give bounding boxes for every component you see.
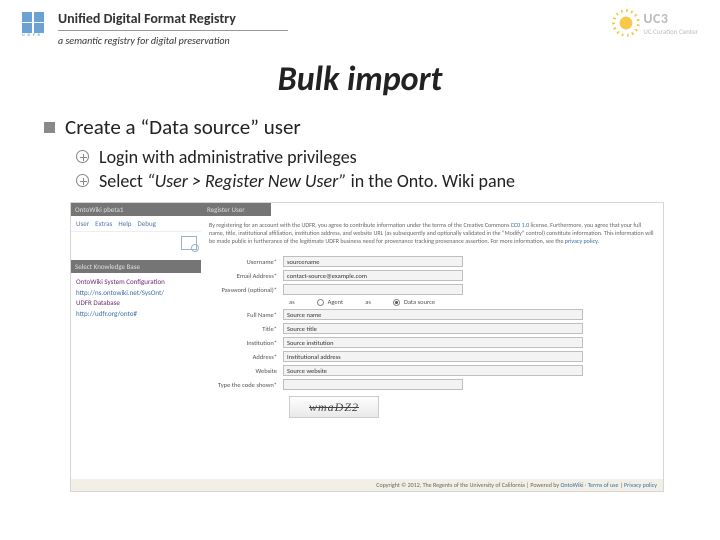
sun-icon (615, 12, 637, 34)
header-left: U D F R Unified Digital Format Registry … (22, 10, 288, 47)
left-tab: OntoWiki pbeta1 (71, 203, 201, 216)
captcha-input[interactable] (283, 379, 463, 390)
kb-item-name[interactable]: OntoWiki System Configuration (76, 277, 196, 288)
title-input[interactable]: Source title (283, 323, 583, 334)
title-label: Title* (209, 325, 283, 333)
uc3-logo: UC3 UC Curation Center (615, 10, 698, 36)
role-radios: as Agent as Data source (289, 298, 655, 306)
kb-item-name[interactable]: UDFR Database (76, 298, 196, 309)
institution-label: Institution* (209, 339, 283, 347)
website-input[interactable]: Source website (283, 365, 583, 376)
uc3-org: UC Curation Center (643, 27, 698, 36)
header: U D F R Unified Digital Format Registry … (0, 0, 720, 51)
menu-user[interactable]: User (76, 219, 89, 228)
footer-ontowiki-link[interactable]: OntoWiki (560, 481, 583, 489)
disclaimer-text: By registering for an account with the U… (201, 216, 663, 249)
circled-plus-icon (76, 150, 89, 163)
menu-extras[interactable]: Extras (95, 219, 112, 228)
role-label: as (365, 298, 371, 306)
radio-datasource[interactable] (393, 299, 400, 306)
captcha-label: Type the code shown* (209, 381, 283, 389)
bullet-list: Create a “Data source” user Login with a… (0, 114, 720, 192)
footer-terms-link[interactable]: Terms of use (588, 481, 619, 489)
kb-item-url[interactable]: http://ns.ontowiki.net/SysOnt/ (76, 288, 196, 299)
fullname-input[interactable]: Source name (283, 309, 583, 320)
fullname-label: Full Name* (209, 311, 283, 319)
kb-icon (181, 236, 197, 250)
menu-help[interactable]: Help (118, 219, 131, 228)
institution-input[interactable]: Source institution (283, 337, 583, 348)
bullet-2b-post: in the Onto. Wiki pane (347, 170, 515, 192)
register-form: Username*sourcename Email Address*contac… (201, 249, 663, 422)
website-label: Website (209, 367, 283, 375)
footer: Copyright © 2012, The Regents of the Uni… (71, 479, 663, 491)
password-label: Password (optional)* (209, 286, 283, 294)
privacy-link[interactable]: privacy policy (565, 237, 598, 245)
left-pane: OntoWiki pbeta1 User Extras Help Debug S… (71, 203, 201, 491)
email-label: Email Address* (209, 272, 283, 280)
radio-agent-label: Agent (328, 298, 344, 306)
footer-privacy-link[interactable]: Privacy policy (624, 481, 657, 489)
email-input[interactable]: contact-source@example.com (283, 270, 463, 281)
bullet-1-text: Create a “Data source” user (65, 114, 301, 140)
cc0-link[interactable]: CC0 1.0 (511, 221, 529, 229)
right-pane: Register User By registering for an acco… (201, 203, 663, 491)
uc3-brand: UC3 (643, 10, 698, 27)
password-input[interactable] (283, 284, 463, 295)
disclaimer-part1: By registering for an account with the U… (209, 221, 511, 229)
role-label: as (289, 298, 295, 306)
header-subtitle: a semantic registry for digital preserva… (58, 34, 288, 47)
bullet-level2: Select “User > Register New User” in the… (76, 170, 676, 192)
username-input[interactable]: sourcename (283, 256, 463, 267)
radio-datasource-label: Data source (404, 298, 435, 306)
kb-item-url[interactable]: http://udfr.org/onto# (76, 309, 196, 320)
radio-agent[interactable] (317, 299, 324, 306)
kb-list: OntoWiki System Configuration http://ns.… (71, 273, 201, 323)
embedded-screenshot: OntoWiki pbeta1 User Extras Help Debug S… (70, 202, 664, 492)
captcha-image: wmaDZ2 (289, 396, 379, 418)
address-input[interactable]: Institutional address (283, 351, 583, 362)
header-rule (58, 30, 288, 31)
bullet-2b-text: Select “User > Register New User” in the… (99, 170, 515, 192)
bullet-2a-text: Login with administrative privileges (99, 146, 357, 168)
header-titles: Unified Digital Format Registry a semant… (58, 10, 288, 47)
slide-title: Bulk import (0, 59, 720, 100)
menu-bar: User Extras Help Debug (71, 216, 201, 232)
right-tab: Register User (201, 203, 271, 216)
square-bullet-icon (44, 122, 55, 133)
bullet-2b-pre: Select (99, 170, 147, 192)
kb-header: Select Knowledge Base (71, 260, 201, 273)
circled-plus-icon (76, 174, 89, 187)
username-label: Username* (209, 258, 283, 266)
menu-debug[interactable]: Debug (138, 219, 156, 228)
udfr-logo-icon: U D F R (22, 10, 50, 38)
bullet-2b-ital: “User > Register New User” (147, 170, 347, 192)
footer-copyright: Copyright © 2012, The Regents of the Uni… (376, 481, 560, 489)
bullet-level2: Login with administrative privileges (76, 146, 676, 168)
bullet-level1: Create a “Data source” user (44, 114, 676, 140)
header-title: Unified Digital Format Registry (58, 10, 288, 27)
address-label: Address* (209, 353, 283, 361)
